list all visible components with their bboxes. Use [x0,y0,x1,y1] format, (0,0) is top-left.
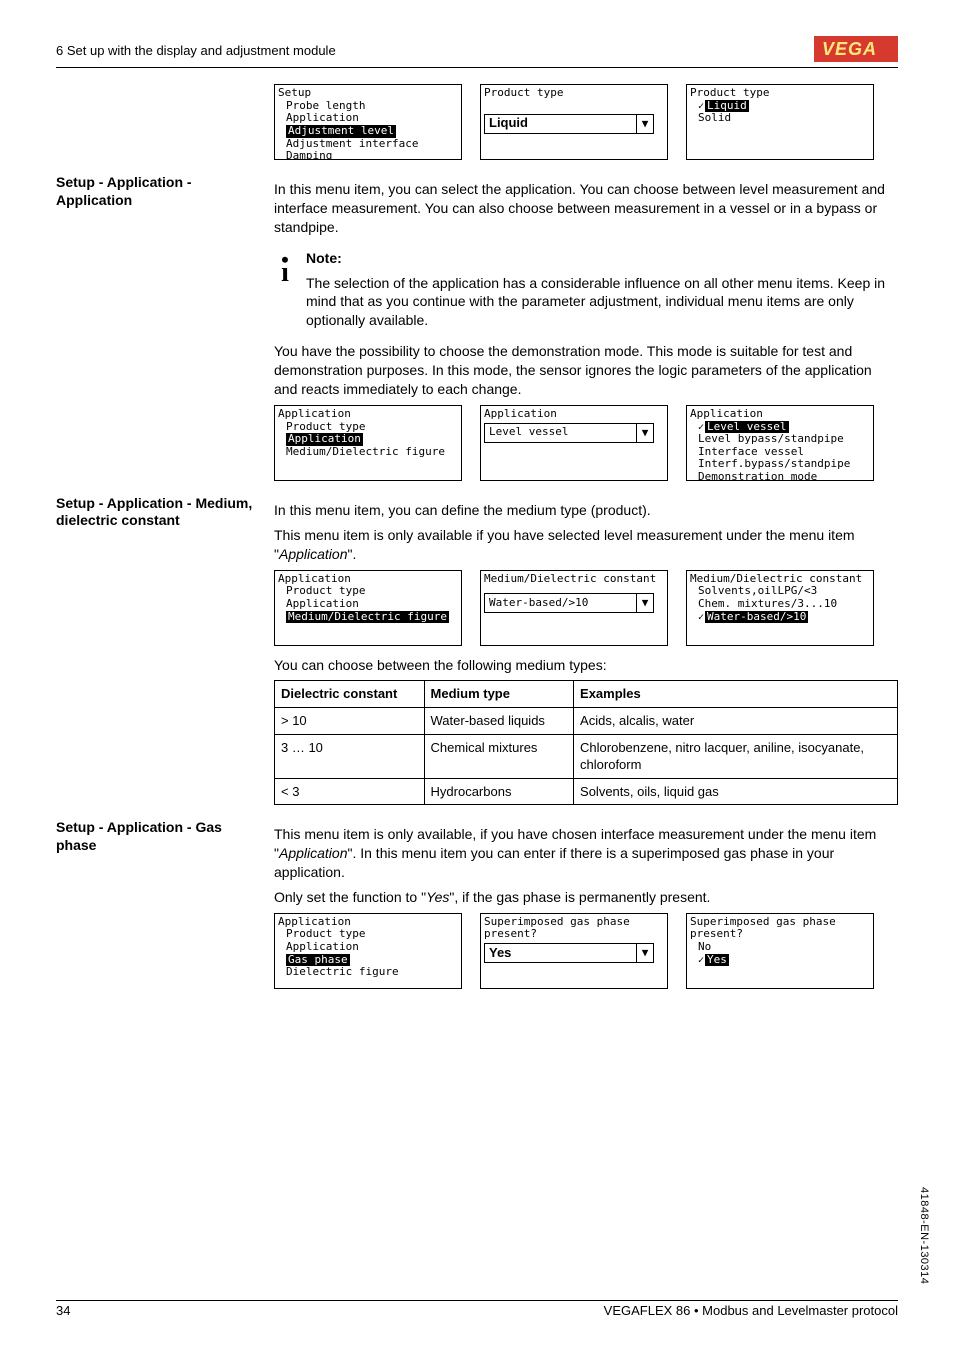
table-row: 3 … 10 Chemical mixtures Chlorobenzene, … [275,734,898,778]
medium-dropdown[interactable]: Water-based/>10 ▼ [484,593,654,613]
footer-product: VEGAFLEX 86 • Modbus and Levelmaster pro… [604,1303,898,1318]
heading-setup-application-application: Setup - Application - Application [56,174,274,481]
lcd-gas-select: Superimposed gas phase present? Yes ▼ [480,913,668,989]
note-para-2: You have the possibility to choose the d… [274,342,898,399]
para-application-intro: In this menu item, you can select the ap… [274,180,898,237]
info-icon: •ı [274,249,296,337]
brand-logo: VEGA [814,36,898,65]
medium-types-table: Dielectric constant Medium type Examples… [274,680,898,805]
heading-setup-medium: Setup - Application - Medium, dielectric… [56,495,274,805]
lcd-group-application: Application Product type Application Med… [274,405,898,481]
note-para-1: The selection of the application has a c… [306,274,898,331]
page-footer: 34 VEGAFLEX 86 • Modbus and Levelmaster … [56,1300,898,1318]
lcd-setup-menu: Setup Probe length Application Adjustmen… [274,84,462,160]
page-header: 6 Set up with the display and adjustment… [56,36,898,68]
chevron-down-icon: ▼ [636,594,653,612]
lcd-application-menu: Application Product type Application Med… [274,405,462,481]
table-row: > 10 Water-based liquids Acids, alcalis,… [275,708,898,735]
application-dropdown[interactable]: Level vessel ▼ [484,423,654,443]
th-medium-type: Medium type [424,681,574,708]
chevron-down-icon: ▼ [636,115,653,133]
doc-id-vertical: 41848-EN-130314 [918,1187,930,1284]
para-medium-availability: This menu item is only available if you … [274,526,898,564]
lcd-medium-select: Medium/Dielectric constant Water-based/>… [480,570,668,646]
lcd-medium-menu: Application Product type Application Med… [274,570,462,646]
table-row: < 3 Hydrocarbons Solvents, oils, liquid … [275,778,898,805]
lcd-application-select: Application Level vessel ▼ [480,405,668,481]
lcd-group-product-type: Setup Probe length Application Adjustmen… [274,84,898,160]
lcd-group-gas-phase: Application Product type Application Gas… [274,913,898,989]
medium-types-intro: You can choose between the following med… [274,656,898,675]
gas-phase-dropdown[interactable]: Yes ▼ [484,943,654,963]
para-gas-availability: This menu item is only available, if you… [274,825,898,882]
th-dielectric: Dielectric constant [275,681,425,708]
chevron-down-icon: ▼ [636,424,653,442]
para-gas-yes: Only set the function to "Yes", if the g… [274,888,898,907]
svg-text:VEGA: VEGA [822,39,877,59]
chevron-down-icon: ▼ [636,944,653,962]
product-type-dropdown[interactable]: Liquid ▼ [484,114,654,134]
lcd-application-options: Application Level vessel Level bypass/st… [686,405,874,481]
lcd-product-type-options: Product type Liquid Solid [686,84,874,160]
note-heading: Note: [306,249,898,268]
lcd-gas-options: Superimposed gas phase present? No Yes [686,913,874,989]
lcd-group-medium: Application Product type Application Med… [274,570,898,646]
para-medium-define: In this menu item, you can define the me… [274,501,898,520]
lcd-product-type-select: Product type Liquid ▼ [480,84,668,160]
th-examples: Examples [574,681,898,708]
page-number: 34 [56,1303,70,1318]
lcd-gas-menu: Application Product type Application Gas… [274,913,462,989]
heading-setup-gas-phase: Setup - Application - Gas phase [56,819,274,989]
header-chapter: 6 Set up with the display and adjustment… [56,43,336,58]
lcd-medium-options: Medium/Dielectric constant Solvents,oilL… [686,570,874,646]
